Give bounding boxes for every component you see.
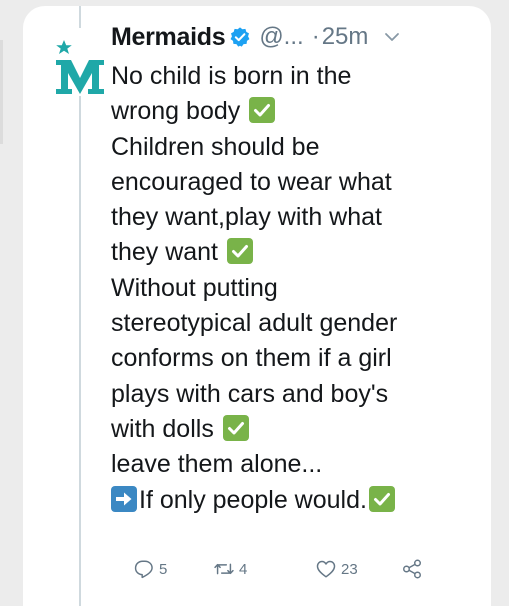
share-button[interactable]	[401, 558, 423, 580]
tweet-line: conforms on them if a girl	[111, 341, 461, 376]
like-count: 23	[341, 560, 358, 578]
tweet-line-text: plays with cars and boy's	[111, 379, 389, 408]
tweet-line: If only people would.	[111, 483, 461, 518]
tweet-line: encouraged to wear what	[111, 165, 461, 200]
tweet-line: No child is born in the	[111, 59, 461, 94]
tweet-line: Without putting	[111, 271, 461, 306]
retweet-icon	[214, 563, 234, 575]
tweet-actions: 5 4 23	[133, 558, 433, 586]
chevron-down-icon[interactable]	[384, 31, 400, 43]
tweet-line-text: conforms on them if a girl	[111, 344, 392, 373]
tweet-line-text: No child is born in the	[111, 62, 352, 90]
check-mark-emoji-icon	[249, 97, 276, 124]
tweet-line-text: they want	[111, 238, 225, 267]
thread-line-top	[79, 6, 81, 28]
tweet-line-text: they want,play with what	[111, 203, 382, 232]
tweet-line-text: stereotypical adult gender	[111, 309, 398, 338]
tweet-line-text: wrong body	[111, 97, 248, 126]
reply-button[interactable]: 5	[133, 558, 167, 580]
tweet-content: Mermaids @... · 25m No child is born in …	[111, 18, 461, 518]
tweet-line: leave them alone...	[111, 447, 461, 482]
tweet-line-text: Without putting	[111, 273, 278, 302]
tweet-line-text: with dolls	[111, 414, 221, 443]
tweet-line-text: If only people would.	[139, 485, 367, 514]
separator-dot: ·	[311, 23, 320, 50]
author-handle[interactable]: @...	[259, 23, 303, 51]
tweet-line-text: leave them alone...	[111, 450, 323, 479]
tweet-body: No child is born in the wrong body Child…	[111, 59, 461, 518]
check-mark-emoji-icon	[226, 238, 253, 265]
tweet-line: Children should be	[111, 130, 461, 165]
left-edge-mark	[0, 40, 3, 144]
tweet-line-text: Children should be	[111, 132, 320, 161]
tweet-line: plays with cars and boy's	[111, 377, 461, 412]
reply-count: 5	[159, 560, 168, 578]
like-button[interactable]: 23	[315, 558, 358, 580]
check-mark-emoji-icon	[222, 414, 249, 441]
tweet-line: they want,play with what	[111, 200, 461, 235]
thread-line-bottom	[79, 96, 81, 606]
tweet-header: Mermaids @... · 25m	[111, 18, 461, 56]
heart-icon	[316, 560, 336, 578]
verified-badge-icon	[230, 27, 250, 47]
retweet-count: 4	[239, 560, 248, 578]
reply-icon	[134, 560, 153, 579]
right-arrow-emoji-icon	[111, 485, 137, 512]
tweet-line: with dolls	[111, 412, 461, 447]
tweet-line: they want	[111, 235, 461, 270]
tweet-line-text: encouraged to wear what	[111, 167, 392, 196]
retweet-button[interactable]: 4	[213, 558, 247, 580]
author-name[interactable]: Mermaids	[111, 23, 226, 52]
share-icon	[403, 559, 421, 579]
tweet-line: stereotypical adult gender	[111, 306, 461, 341]
check-mark-emoji-icon	[368, 485, 395, 512]
tweet-timestamp[interactable]: 25m	[322, 23, 369, 51]
mermaids-logo-icon[interactable]	[54, 40, 106, 96]
tweet-line: wrong body	[111, 94, 461, 129]
